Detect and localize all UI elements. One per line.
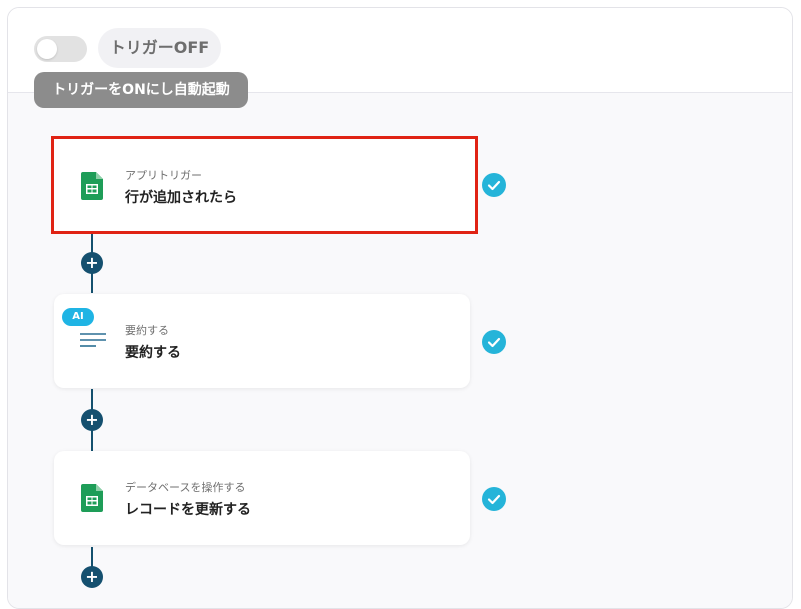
text-lines-icon: [80, 333, 106, 347]
step-title: 行が追加されたら: [125, 190, 237, 206]
trigger-status-label: トリガーOFF: [98, 28, 221, 68]
step-category: 要約する: [125, 324, 169, 337]
step-card-database[interactable]: データベースを操作する レコードを更新する: [54, 451, 470, 545]
google-sheets-icon: [81, 484, 103, 512]
toggle-knob: [37, 39, 57, 59]
step-card-summarize[interactable]: 要約する 要約する: [54, 294, 470, 388]
completed-check-icon: [482, 487, 506, 511]
step-category: データベースを操作する: [125, 481, 246, 494]
add-step-button[interactable]: +: [81, 409, 103, 431]
step-card-app-trigger[interactable]: アプリトリガー 行が追加されたら: [51, 136, 478, 234]
ai-badge: AI: [62, 308, 94, 326]
add-step-button[interactable]: +: [81, 566, 103, 588]
trigger-tooltip: トリガーをONにし自動起動: [34, 72, 248, 108]
step-title: レコードを更新する: [125, 502, 251, 518]
step-title: 要約する: [125, 345, 181, 361]
step-category: アプリトリガー: [125, 169, 202, 182]
trigger-toggle[interactable]: [34, 36, 87, 62]
completed-check-icon: [482, 173, 506, 197]
google-sheets-icon: [81, 172, 103, 200]
completed-check-icon: [482, 330, 506, 354]
flow-editor-panel: トリガーOFF トリガーをONにし自動起動 + + + アプリトリガー 行が追加…: [7, 7, 793, 609]
add-step-button[interactable]: +: [81, 252, 103, 274]
